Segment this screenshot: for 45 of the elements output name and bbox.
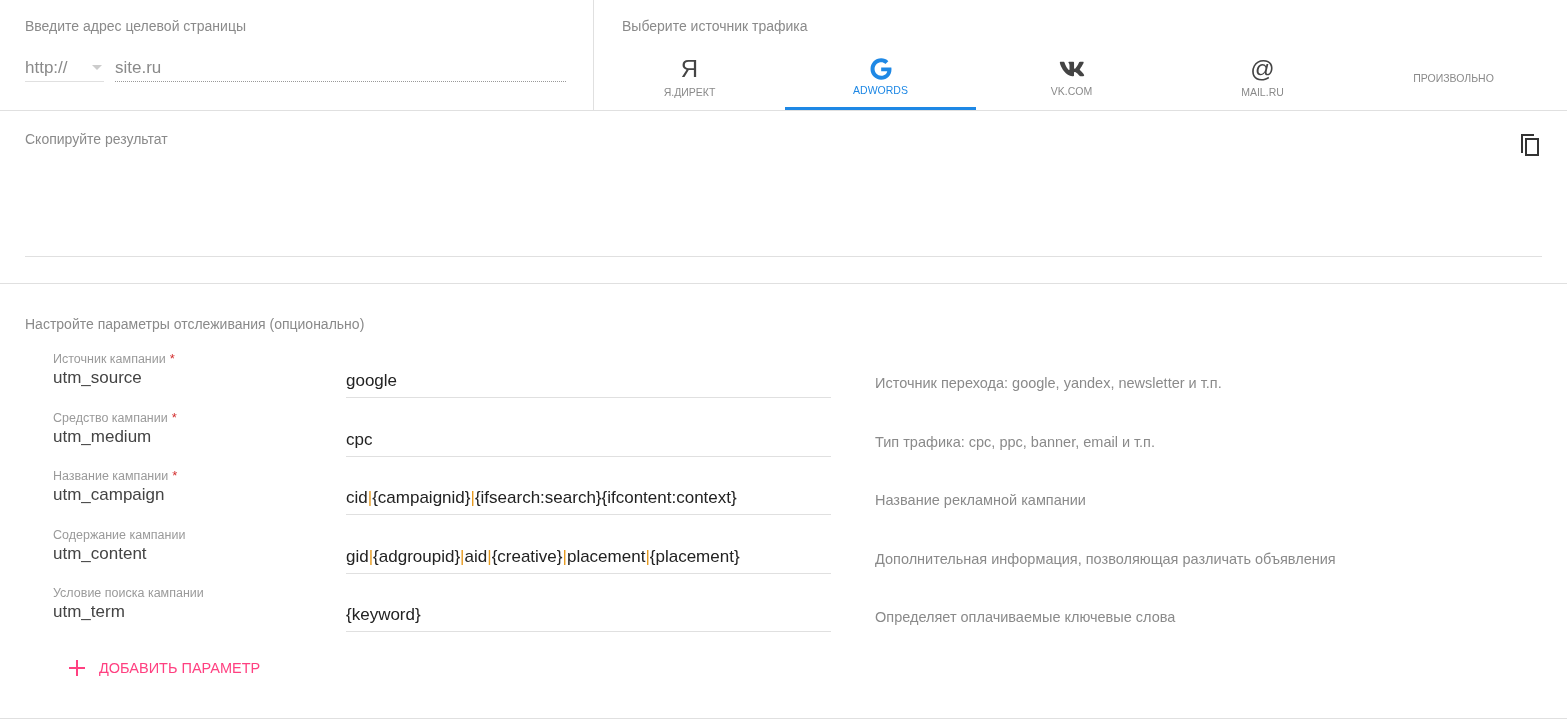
param-name: utm_content: [53, 542, 148, 565]
param-name: utm_source: [53, 367, 143, 389]
dropdown-caret-icon: [92, 65, 102, 70]
param-value-field[interactable]: cpc: [346, 423, 831, 457]
g-logo-icon: [869, 58, 892, 81]
logo-glyph: Я: [680, 56, 699, 83]
param-value-field[interactable]: gid|{adgroupid}|aid|{creative}|placement|{placement}: [346, 540, 831, 574]
param-description: Тип трафика: cpc, ppc, banner, email и т.п.: [875, 432, 1155, 452]
param-description: Дополнительная информация, позволяющая различать объявления: [875, 549, 1336, 569]
param-name: utm_term: [53, 601, 126, 623]
logo-glyph: @: [1250, 56, 1275, 83]
param-caption: Средство кампании: [53, 409, 168, 426]
result-label: Скопируйте результат: [25, 130, 168, 149]
param-caption: Название кампании: [53, 468, 169, 484]
param-name: utm_campaign: [53, 484, 166, 506]
params-label: Настройте параметры отслеживания (опционально): [25, 315, 366, 334]
param-caption: Источник кампании: [53, 351, 166, 367]
source-tab[interactable]: Я Я.ДИРЕКТ: [594, 50, 785, 110]
required-mark: *: [169, 351, 175, 367]
url-label: Введите адрес целевой страницы: [25, 17, 247, 36]
source-tab[interactable]: ПРОИЗВОЛЬНО: [1358, 50, 1549, 110]
required-mark: *: [172, 468, 178, 484]
source-tab-label: MAIL.RU: [1241, 85, 1284, 101]
source-tab-label: Я.ДИРЕКТ: [663, 85, 716, 101]
source-tab-label: ADWORDS: [853, 83, 908, 99]
copy-icon[interactable]: [1520, 133, 1540, 157]
source-label: Выберите источник трафика: [621, 17, 809, 36]
source-tab[interactable]: @ MAIL.RU: [1167, 50, 1358, 110]
param-description: Определяет оплачиваемые ключевые слова: [875, 608, 1176, 627]
url-input-field[interactable]: site.ru: [115, 54, 566, 82]
param-value-field[interactable]: {keyword}: [346, 599, 831, 632]
plus-icon: [69, 660, 85, 677]
source-tab[interactable]: ADWORDS: [785, 50, 976, 110]
param-caption: Условие поиска кампании: [53, 585, 204, 601]
param-caption: Содержание кампании: [53, 526, 186, 543]
source-tab-label: VK.COM: [1050, 84, 1093, 100]
required-mark: *: [171, 409, 177, 426]
param-description: Название рекламной кампании: [875, 491, 1086, 510]
param-name: utm_medium: [53, 425, 153, 448]
protocol-select[interactable]: http://: [25, 54, 104, 82]
source-tab-label: ПРОИЗВОЛЬНО: [1413, 70, 1494, 86]
param-description: Источник перехода: google, yandex, newsletter и т.п.: [875, 374, 1222, 393]
param-value-field[interactable]: google: [346, 365, 831, 398]
source-tab[interactable]: VK.COM: [976, 50, 1167, 110]
param-value-field[interactable]: cid|{campaignid}|{ifsearch:search}{ifcontent:context}: [346, 482, 831, 515]
